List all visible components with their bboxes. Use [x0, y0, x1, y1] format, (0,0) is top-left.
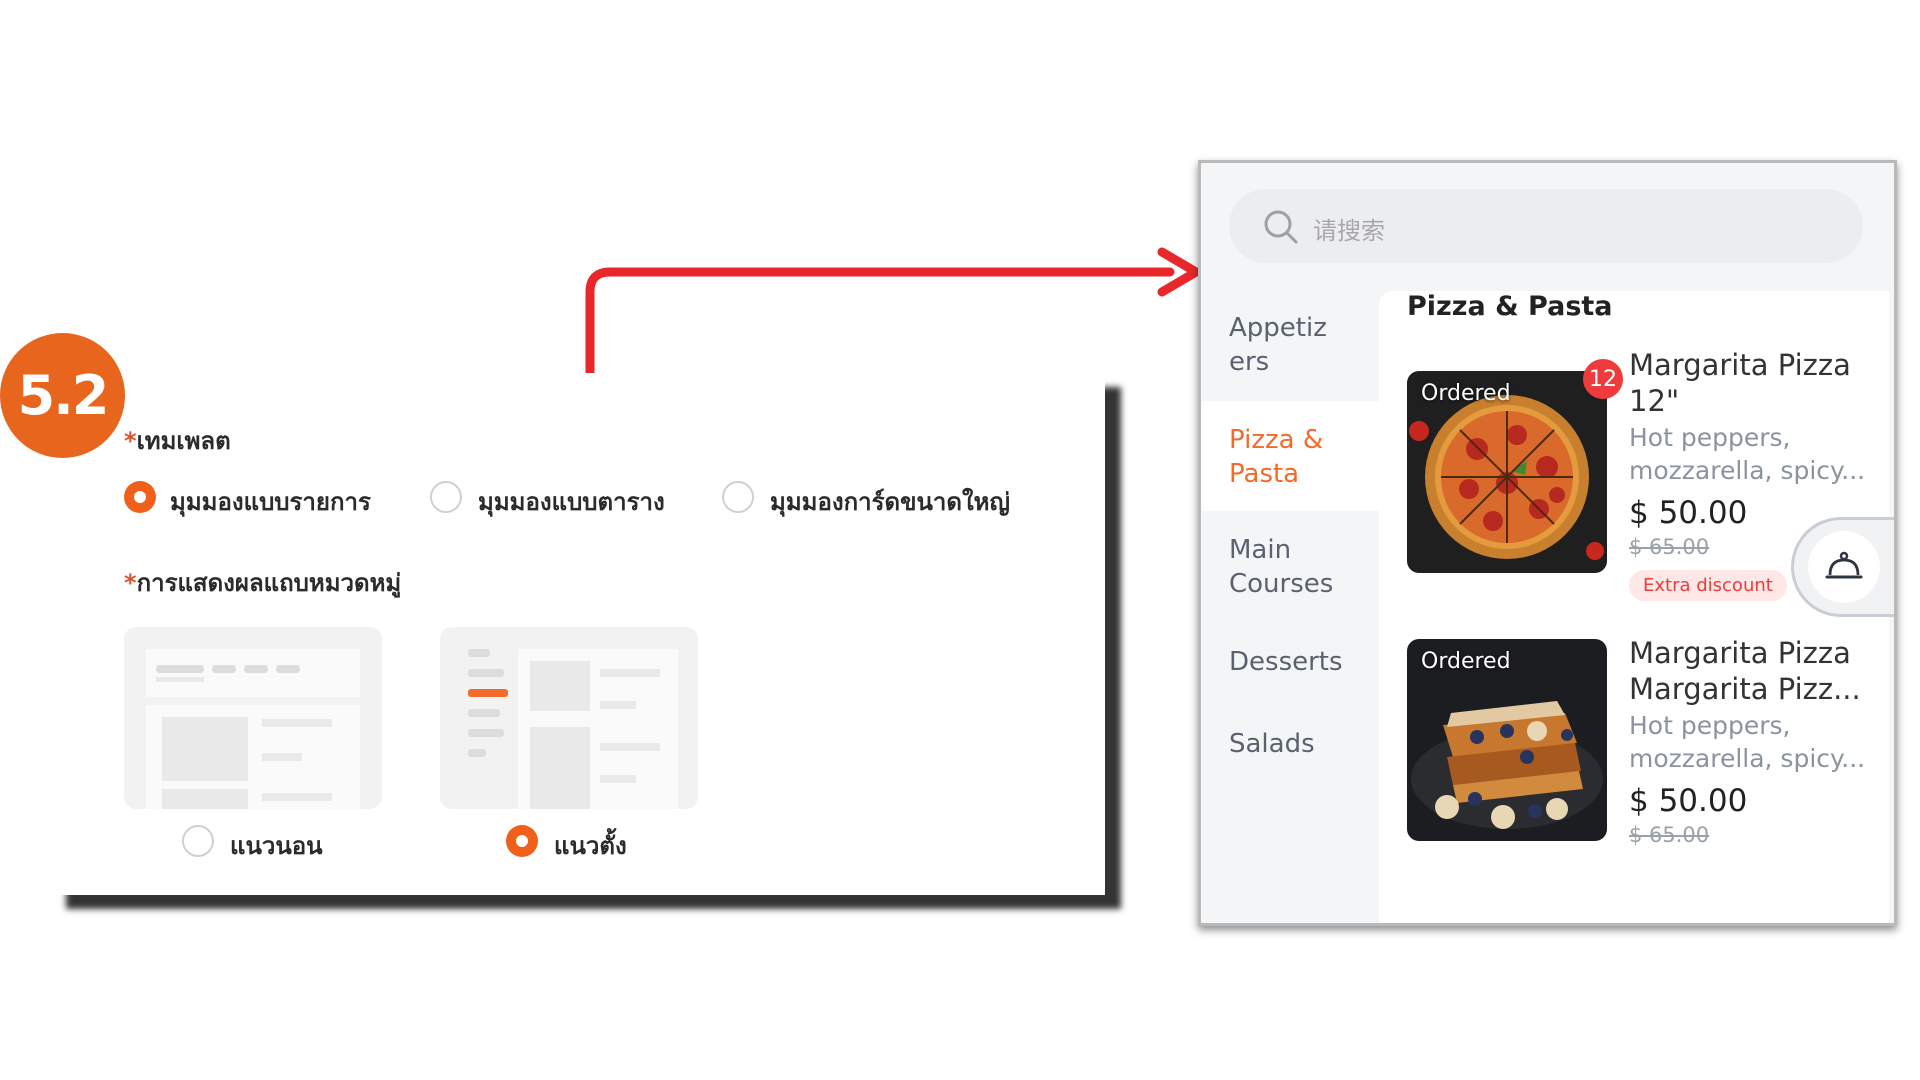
search-icon — [1264, 210, 1298, 244]
ordered-tag: Ordered — [1421, 381, 1511, 406]
category-display-label: *การแสดงผลแถบหมวดหมู่ — [124, 569, 402, 597]
item-description: Hot peppers, — [1629, 423, 1791, 452]
template-option-large-card-label[interactable]: มุมมองการ์ดขนาดใหญ่ — [770, 482, 1010, 521]
extra-discount-tag: Extra discount — [1629, 570, 1787, 601]
category-radio-vertical[interactable] — [506, 825, 538, 857]
french-toast-image[interactable]: Ordered — [1407, 639, 1607, 841]
template-radio-large-card[interactable] — [722, 481, 754, 513]
ordered-count-badge: 12 — [1583, 359, 1623, 399]
item-description: Hot peppers, — [1629, 711, 1791, 740]
item-description-line2: mozzarella, spicy... — [1629, 744, 1866, 773]
template-option-grid-label[interactable]: มุมมองแบบตาราง — [478, 482, 665, 521]
vertical-layout-thumbnail[interactable] — [440, 627, 698, 809]
search-bar[interactable]: 请搜索 — [1229, 189, 1863, 263]
item-price: $ 50.00 — [1629, 495, 1748, 531]
item-description-line2: mozzarella, spicy... — [1629, 456, 1866, 485]
item-name-line2: Margarita Pizz... — [1629, 672, 1861, 706]
step-number-badge: 5.2 — [0, 333, 125, 458]
item-name: Margarita Pizza — [1629, 348, 1851, 382]
category-option-vertical-label[interactable]: แนวตั้ง — [554, 826, 627, 865]
pizza-image[interactable]: Ordered — [1407, 371, 1607, 573]
category-main-courses[interactable]: Main Courses — [1201, 511, 1379, 621]
horizontal-layout-thumbnail[interactable] — [124, 627, 382, 809]
template-option-list-label[interactable]: มุมมองแบบรายการ — [170, 482, 371, 521]
section-title: Pizza & Pasta — [1407, 291, 1613, 322]
category-salads[interactable]: Salads — [1201, 703, 1379, 785]
category-radio-horizontal[interactable] — [182, 825, 214, 857]
app-preview: 请搜索 Appetiz ers Pizza & Pasta Main Cours… — [1198, 160, 1897, 926]
search-placeholder: 请搜索 — [1313, 217, 1385, 245]
ordered-tag: Ordered — [1421, 649, 1511, 674]
category-pizza-pasta[interactable]: Pizza & Pasta — [1201, 401, 1379, 511]
item-original-price: $ 65.00 — [1629, 535, 1710, 559]
template-radio-grid[interactable] — [430, 481, 462, 513]
cart-button[interactable] — [1791, 517, 1894, 617]
category-desserts[interactable]: Desserts — [1201, 621, 1379, 703]
settings-panel: *เทมเพลต มุมมองแบบรายการ มุมมองแบบตาราง … — [50, 373, 1105, 895]
cloche-icon — [1825, 551, 1863, 579]
category-option-horizontal-label[interactable]: แนวนอน — [230, 826, 323, 865]
category-appetizers[interactable]: Appetiz ers — [1201, 291, 1379, 401]
item-name-line2: 12" — [1629, 384, 1680, 418]
template-radio-list[interactable] — [124, 481, 156, 513]
item-price: $ 50.00 — [1629, 783, 1748, 819]
item-original-price: $ 65.00 — [1629, 823, 1710, 847]
template-label: *เทมเพลต — [124, 427, 231, 455]
item-name: Margarita Pizza — [1629, 636, 1851, 670]
